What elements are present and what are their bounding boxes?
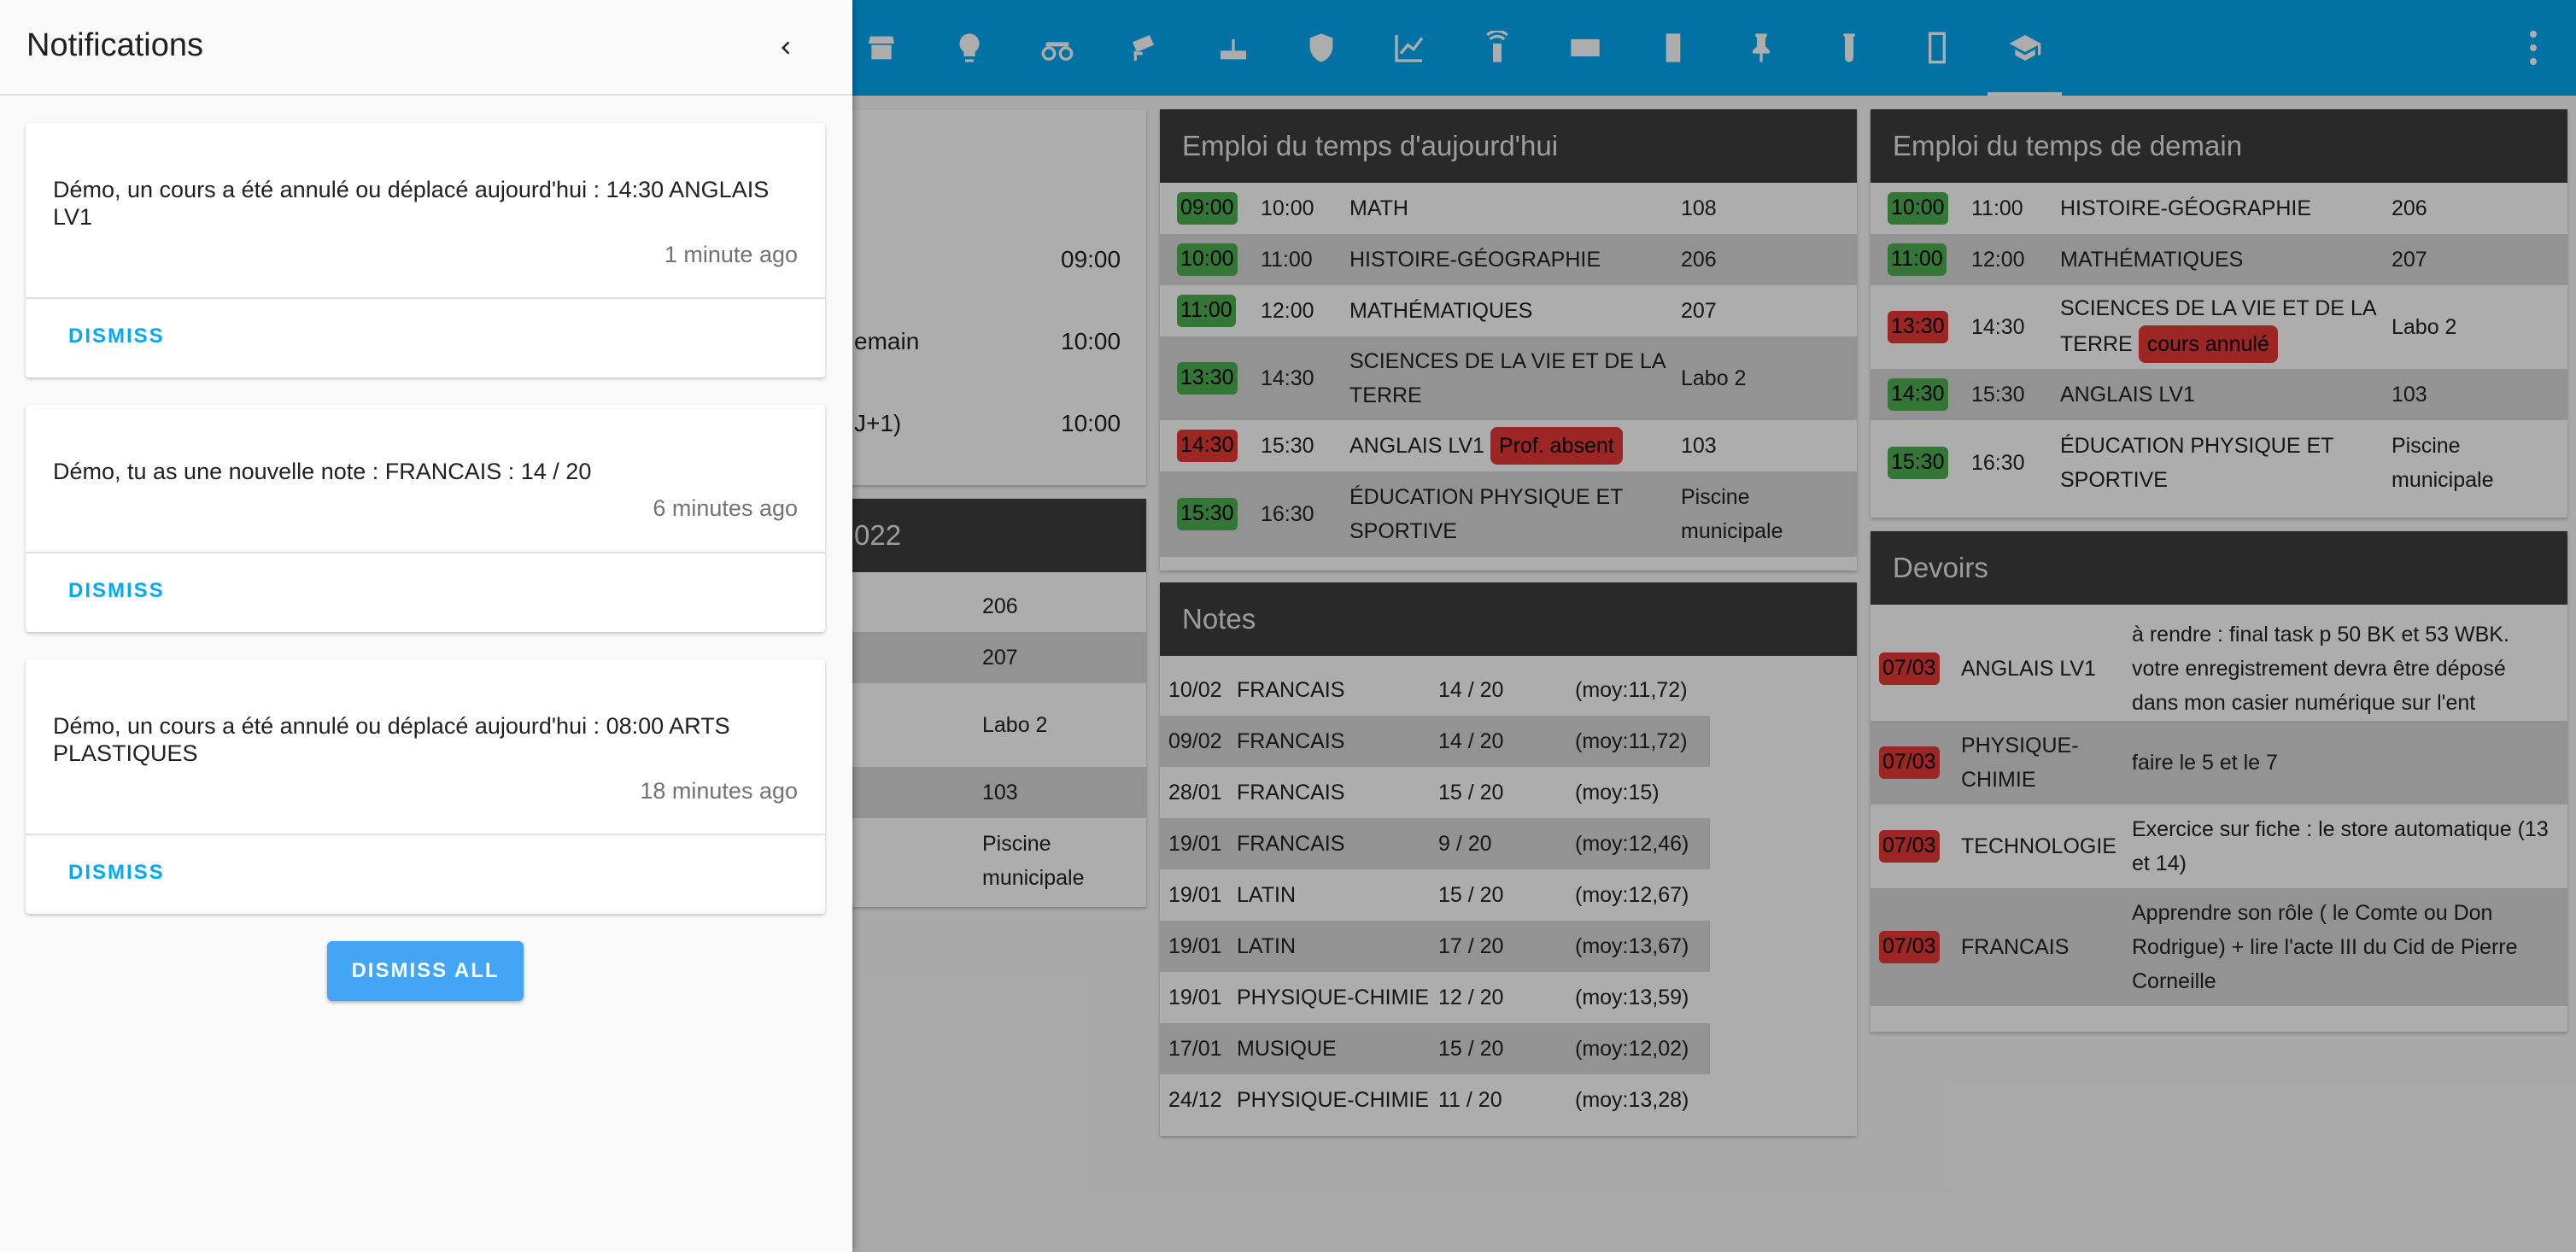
notification-time: 18 minutes ago [640, 777, 798, 804]
dismiss-button[interactable]: DISMISS [68, 325, 165, 348]
notification-actions: DISMISS [26, 297, 825, 377]
dismiss-button[interactable]: DISMISS [68, 579, 165, 603]
notification-message: Démo, un cours a été annulé ou déplacé a… [53, 177, 770, 231]
drawer-title: Notifications [26, 27, 203, 63]
notification-card: Démo, un cours a été annulé ou déplacé a… [26, 123, 825, 377]
drawer-header: Notifications [0, 0, 852, 96]
notification-card: Démo, tu as une nouvelle note : FRANCAIS… [26, 405, 825, 632]
chevron-left-icon[interactable] [769, 31, 803, 65]
notification-message: Démo, un cours a été annulé ou déplacé a… [53, 713, 730, 767]
notification-message: Démo, tu as une nouvelle note : FRANCAIS… [53, 459, 592, 484]
notification-actions: DISMISS [26, 834, 825, 914]
notification-card: Démo, un cours a été annulé ou déplacé a… [26, 659, 825, 914]
dismiss-all-button[interactable]: DISMISS ALL [327, 941, 524, 1001]
notification-actions: DISMISS [26, 552, 825, 632]
notification-time: 6 minutes ago [653, 495, 798, 522]
notification-drawer: Notifications Démo, un cours a été annul… [0, 0, 852, 1252]
dismiss-button[interactable]: DISMISS [68, 861, 165, 885]
notification-time: 1 minute ago [664, 241, 798, 267]
